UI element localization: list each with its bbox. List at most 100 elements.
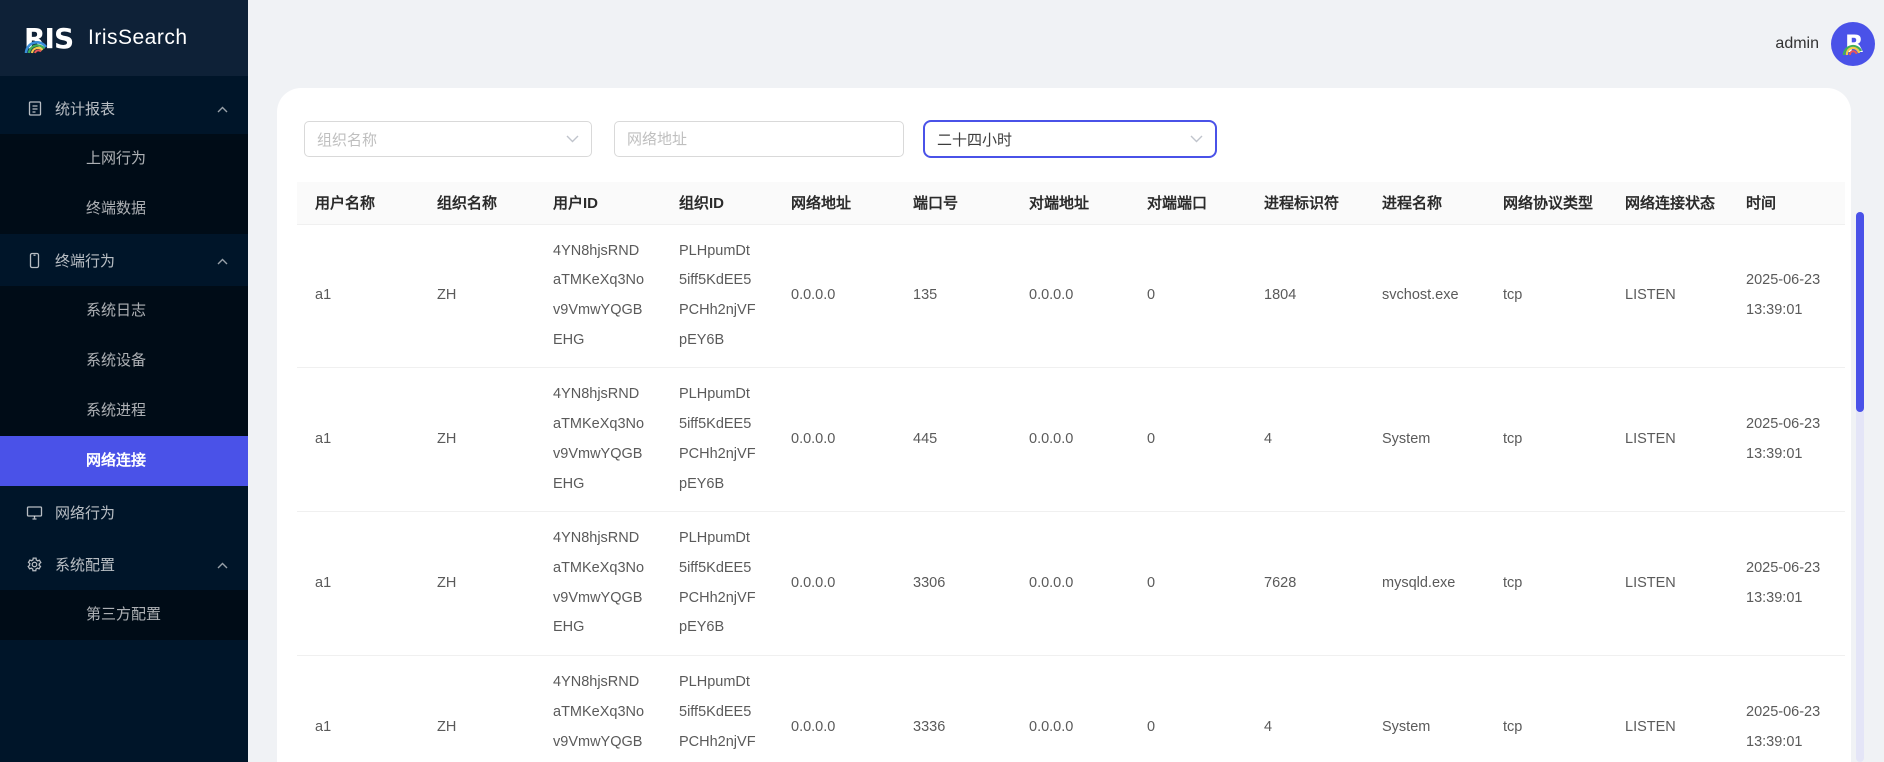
sidebar-item-network-connection[interactable]: 网络连接 <box>0 436 248 486</box>
column-header-net-address: 网络地址 <box>773 182 895 224</box>
device-icon <box>26 252 43 269</box>
svg-text:RIS: RIS <box>24 22 73 55</box>
cell-process-name: System <box>1364 368 1485 512</box>
cell-peer-address: 0.0.0.0 <box>1011 368 1129 512</box>
avatar-logo-icon: R <box>1831 22 1875 66</box>
sidebar-item-terminal-data[interactable]: 终端数据 <box>0 184 248 234</box>
time-range-value: 二十四小时 <box>937 129 1012 150</box>
logo: RIS IrisSearch <box>0 0 248 76</box>
column-header-time: 时间 <box>1728 182 1845 224</box>
page-scrollbar[interactable] <box>1856 212 1864 762</box>
sidebar-item-network-behavior[interactable]: 网络行为 <box>0 486 248 538</box>
cell-user-name: a1 <box>297 368 419 512</box>
cell-peer-address: 0.0.0.0 <box>1011 656 1129 762</box>
cell-org-name: ZH <box>419 512 535 656</box>
sidebar-item-terminal-behavior[interactable]: 终端行为 <box>0 234 248 286</box>
network-address-input[interactable] <box>614 121 904 157</box>
sidebar-item-third-party-config[interactable]: 第三方配置 <box>0 590 248 640</box>
column-header-pid: 进程标识符 <box>1246 182 1364 224</box>
cell-peer-port: 0 <box>1129 656 1246 762</box>
cell-org-id: PLHpumDt5iff5KdEE5PCHh2njVFpEY6B <box>661 512 773 656</box>
cell-conn-state: LISTEN <box>1607 368 1728 512</box>
sidebar-item-label: 系统配置 <box>55 554 115 575</box>
cell-process-name: mysqld.exe <box>1364 512 1485 656</box>
cell-conn-state: LISTEN <box>1607 224 1728 368</box>
cell-pid: 4 <box>1246 656 1364 762</box>
cell-port: 135 <box>895 224 1011 368</box>
topbar: admin R <box>248 0 1884 88</box>
cell-conn-state: LISTEN <box>1607 512 1728 656</box>
cell-pid: 4 <box>1246 368 1364 512</box>
sidebar-item-system-device[interactable]: 系统设备 <box>0 336 248 386</box>
sidebar-item-label: 终端行为 <box>55 250 115 271</box>
cell-protocol: tcp <box>1485 656 1607 762</box>
cell-pid: 7628 <box>1246 512 1364 656</box>
sidebar-item-system-process[interactable]: 系统进程 <box>0 386 248 436</box>
sidebar-item-label: 网络行为 <box>55 502 115 523</box>
column-header-port: 端口号 <box>895 182 1011 224</box>
table-row: a1ZH4YN8hjsRNDaTMKeXq3Nov9VmwYQGBEHGPLHp… <box>297 656 1845 762</box>
cell-user-name: a1 <box>297 512 419 656</box>
cell-protocol: tcp <box>1485 368 1607 512</box>
cell-protocol: tcp <box>1485 512 1607 656</box>
cell-org-name: ZH <box>419 368 535 512</box>
monitor-icon <box>26 504 43 521</box>
avatar[interactable]: R <box>1831 22 1875 66</box>
column-header-org-name: 组织名称 <box>419 182 535 224</box>
cell-user-name: a1 <box>297 656 419 762</box>
cell-time: 2025-06-23 13:39:01 <box>1728 368 1845 512</box>
cell-org-id: PLHpumDt5iff5KdEE5PCHh2njVFpEY6B <box>661 656 773 762</box>
brand-name: IrisSearch <box>88 26 188 50</box>
column-header-user-name: 用户名称 <box>297 182 419 224</box>
sidebar-item-system-log[interactable]: 系统日志 <box>0 286 248 336</box>
sidebar-item-label: 统计报表 <box>55 98 115 119</box>
table-row: a1ZH4YN8hjsRNDaTMKeXq3Nov9VmwYQGBEHGPLHp… <box>297 368 1845 512</box>
cell-time: 2025-06-23 13:39:01 <box>1728 512 1845 656</box>
app-root: RIS IrisSearch 统计报表上网行为终端数据终端行为系统日志系统设备系… <box>0 0 1884 762</box>
cell-port: 445 <box>895 368 1011 512</box>
cell-peer-address: 0.0.0.0 <box>1011 224 1129 368</box>
cell-time: 2025-06-23 13:39:01 <box>1728 656 1845 762</box>
column-header-peer-address: 对端地址 <box>1011 182 1129 224</box>
scrollbar-thumb[interactable] <box>1856 212 1864 412</box>
sidebar-item-stats-report[interactable]: 统计报表 <box>0 82 248 134</box>
cell-peer-port: 0 <box>1129 368 1246 512</box>
cell-user-id: 4YN8hjsRNDaTMKeXq3Nov9VmwYQGBEHG <box>535 512 661 656</box>
cell-user-name: a1 <box>297 224 419 368</box>
chevron-up-icon <box>217 252 228 269</box>
sidebar-menu: 统计报表上网行为终端数据终端行为系统日志系统设备系统进程网络连接网络行为系统配置… <box>0 82 248 640</box>
cell-user-id: 4YN8hjsRNDaTMKeXq3Nov9VmwYQGBEHG <box>535 224 661 368</box>
filter-bar: 组织名称 二十四小时 <box>297 88 1831 182</box>
org-name-select-placeholder: 组织名称 <box>317 129 377 150</box>
org-name-select[interactable]: 组织名称 <box>304 121 592 157</box>
cell-org-name: ZH <box>419 224 535 368</box>
cell-peer-address: 0.0.0.0 <box>1011 512 1129 656</box>
sidebar-item-internet-behavior[interactable]: 上网行为 <box>0 134 248 184</box>
cell-port: 3336 <box>895 656 1011 762</box>
sidebar: RIS IrisSearch 统计报表上网行为终端数据终端行为系统日志系统设备系… <box>0 0 248 762</box>
main-area: admin R 组织名称 二十四 <box>248 0 1884 762</box>
cell-org-id: PLHpumDt5iff5KdEE5PCHh2njVFpEY6B <box>661 224 773 368</box>
column-header-user-id: 用户ID <box>535 182 661 224</box>
cell-pid: 1804 <box>1246 224 1364 368</box>
column-header-peer-port: 对端端口 <box>1129 182 1246 224</box>
cell-conn-state: LISTEN <box>1607 656 1728 762</box>
gear-icon <box>26 556 43 573</box>
cell-process-name: System <box>1364 656 1485 762</box>
chevron-up-icon <box>217 556 228 573</box>
table-header-row: 用户名称组织名称用户ID组织ID网络地址端口号对端地址对端端口进程标识符进程名称… <box>297 182 1845 224</box>
time-range-select[interactable]: 二十四小时 <box>923 120 1217 158</box>
cell-net-address: 0.0.0.0 <box>773 656 895 762</box>
column-header-org-id: 组织ID <box>661 182 773 224</box>
connections-table: 用户名称组织名称用户ID组织ID网络地址端口号对端地址对端端口进程标识符进程名称… <box>297 182 1845 762</box>
table-row: a1ZH4YN8hjsRNDaTMKeXq3Nov9VmwYQGBEHGPLHp… <box>297 224 1845 368</box>
sidebar-item-system-config[interactable]: 系统配置 <box>0 538 248 590</box>
chevron-down-icon <box>1190 130 1203 148</box>
cell-time: 2025-06-23 13:39:01 <box>1728 224 1845 368</box>
cell-user-id: 4YN8hjsRNDaTMKeXq3Nov9VmwYQGBEHG <box>535 368 661 512</box>
report-icon <box>26 100 43 117</box>
table-row: a1ZH4YN8hjsRNDaTMKeXq3Nov9VmwYQGBEHGPLHp… <box>297 512 1845 656</box>
cell-net-address: 0.0.0.0 <box>773 224 895 368</box>
column-header-process-name: 进程名称 <box>1364 182 1485 224</box>
cell-org-name: ZH <box>419 656 535 762</box>
